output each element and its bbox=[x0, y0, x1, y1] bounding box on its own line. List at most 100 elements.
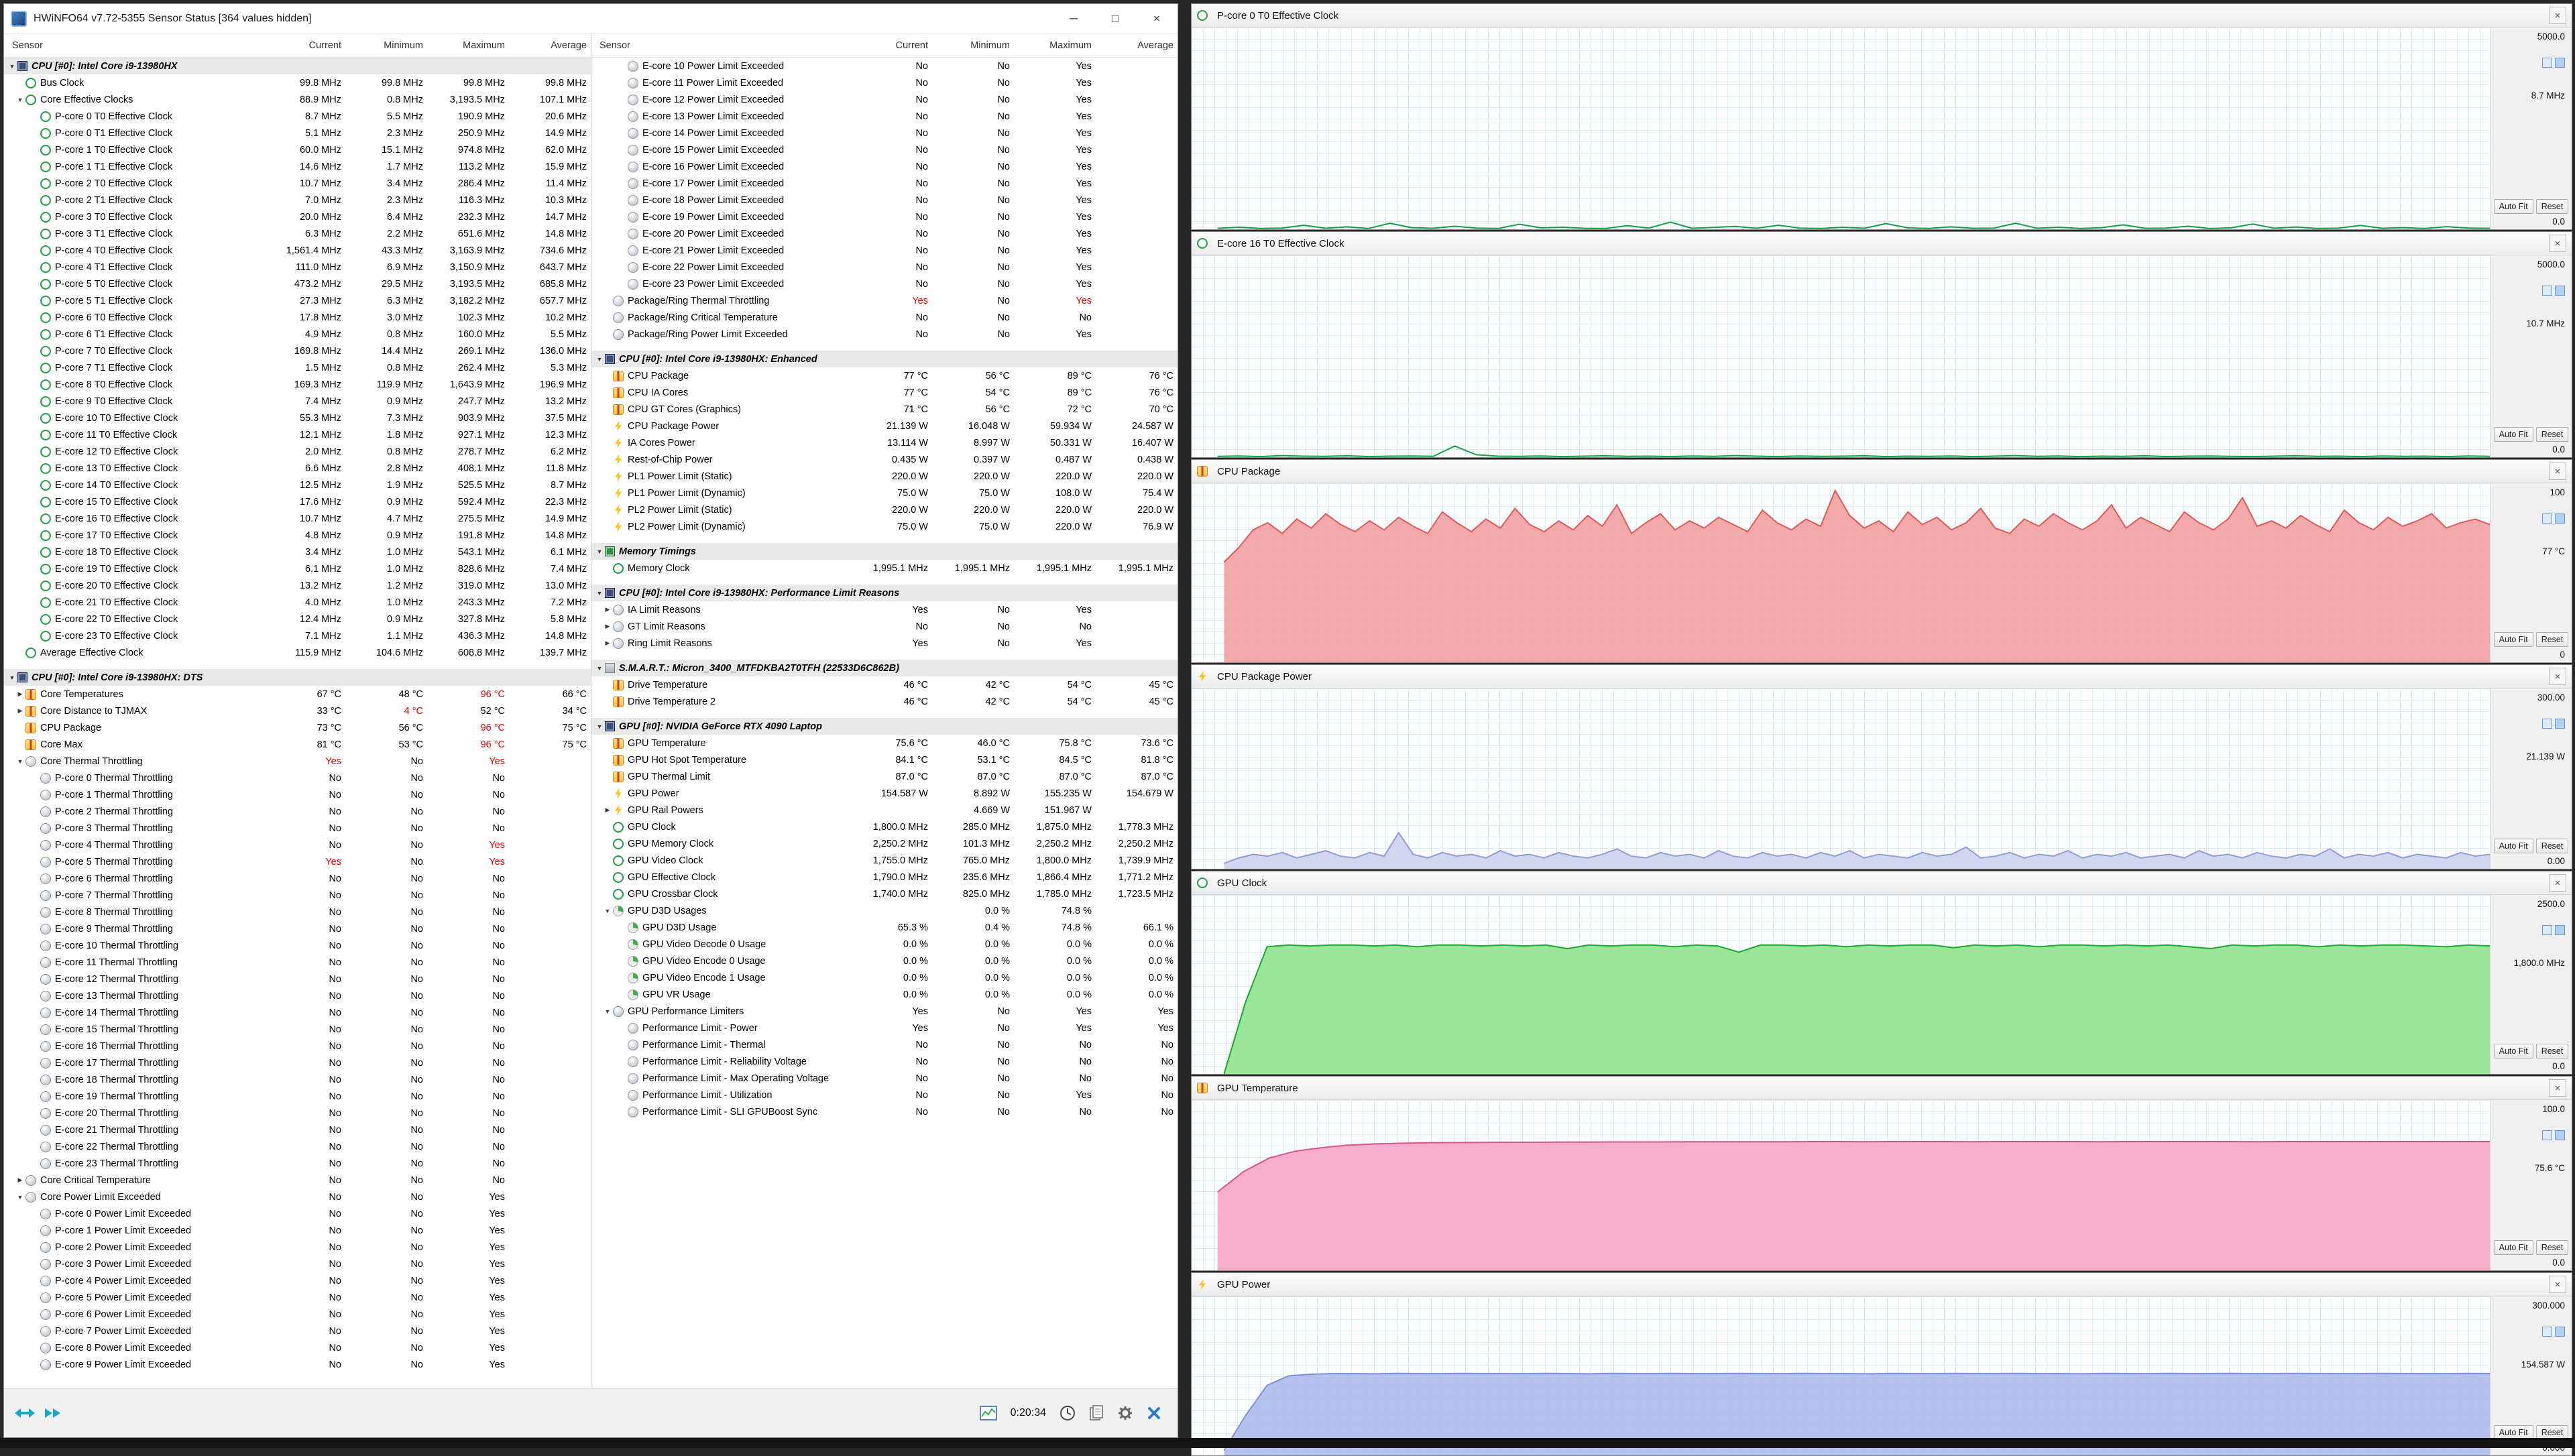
sensor-row[interactable]: E-core 18 Thermal ThrottlingNoNoNo bbox=[4, 1071, 591, 1088]
sensor-row[interactable]: Package/Ring Critical TemperatureNoNoNo bbox=[591, 309, 1178, 326]
graph-checkbox-2[interactable] bbox=[2555, 925, 2565, 935]
sensor-row[interactable]: E-core 17 T0 Effective Clock4.8 MHz0.9 M… bbox=[4, 527, 591, 544]
graph-close-button[interactable]: × bbox=[2549, 668, 2566, 685]
sensor-row[interactable]: ▼Core Effective Clocks88.9 MHz0.8 MHz3,1… bbox=[4, 91, 591, 108]
sensor-row[interactable]: P-core 0 Thermal ThrottlingNoNoNo bbox=[4, 770, 591, 786]
sensor-row[interactable]: GPU Memory Clock2,250.2 MHz101.3 MHz2,25… bbox=[591, 835, 1178, 852]
column-minimum[interactable]: Minimum bbox=[932, 40, 1014, 51]
sensor-row[interactable]: P-core 4 T1 Effective Clock111.0 MHz6.9 … bbox=[4, 259, 591, 276]
sensor-row[interactable]: P-core 6 Thermal ThrottlingNoNoNo bbox=[4, 870, 591, 887]
sensor-row[interactable]: P-core 0 T0 Effective Clock8.7 MHz5.5 MH… bbox=[4, 108, 591, 125]
graph-checkbox-2[interactable] bbox=[2555, 513, 2565, 524]
reset-button[interactable]: Reset bbox=[2536, 427, 2569, 442]
sensor-row[interactable]: P-core 3 T1 Effective Clock6.3 MHz2.2 MH… bbox=[4, 225, 591, 242]
graph-checkbox-2[interactable] bbox=[2555, 58, 2565, 68]
sensor-row[interactable]: E-core 18 T0 Effective Clock3.4 MHz1.0 M… bbox=[4, 544, 591, 560]
expand-arrow[interactable]: ▶ bbox=[602, 606, 613, 613]
graph-checkbox-1[interactable] bbox=[2542, 286, 2552, 296]
sensor-row[interactable]: PL1 Power Limit (Static)220.0 W220.0 W22… bbox=[591, 468, 1178, 485]
sensor-row[interactable]: P-core 2 T1 Effective Clock7.0 MHz2.3 MH… bbox=[4, 192, 591, 208]
expand-arrow[interactable]: ▼ bbox=[7, 63, 17, 70]
sensor-row[interactable]: E-core 9 Power Limit ExceededNoNoYes bbox=[4, 1356, 591, 1373]
sensor-row[interactable]: P-core 3 T0 Effective Clock20.0 MHz6.4 M… bbox=[4, 208, 591, 225]
expand-arrow[interactable]: ▶ bbox=[15, 690, 25, 698]
expand-arrow[interactable]: ▼ bbox=[594, 356, 605, 363]
sensor-row[interactable]: P-core 1 T1 Effective Clock14.6 MHz1.7 M… bbox=[4, 158, 591, 175]
sensor-row[interactable]: Drive Temperature46 °C42 °C54 °C45 °C bbox=[591, 676, 1178, 693]
maximize-button[interactable]: □ bbox=[1094, 4, 1136, 34]
sensor-row[interactable]: IA Cores Power13.114 W8.997 W50.331 W16.… bbox=[591, 434, 1178, 451]
close-button[interactable]: × bbox=[1136, 4, 1178, 34]
expand-arrow[interactable]: ▼ bbox=[15, 758, 25, 765]
sensor-row[interactable]: Rest-of-Chip Power0.435 W0.397 W0.487 W0… bbox=[591, 451, 1178, 468]
expand-arrow[interactable]: ▼ bbox=[594, 548, 605, 555]
column-maximum[interactable]: Maximum bbox=[427, 40, 509, 51]
sensor-row[interactable]: ▶GT Limit ReasonsNoNoNo bbox=[591, 618, 1178, 635]
sensor-row[interactable]: Bus Clock99.8 MHz99.8 MHz99.8 MHz99.8 MH… bbox=[4, 74, 591, 91]
graph-checkbox-1[interactable] bbox=[2542, 1327, 2552, 1337]
sensor-row[interactable]: E-core 10 T0 Effective Clock55.3 MHz7.3 … bbox=[4, 410, 591, 426]
reset-button[interactable]: Reset bbox=[2536, 199, 2569, 214]
column-current[interactable]: Current bbox=[850, 40, 932, 51]
sensor-row[interactable]: CPU GT Cores (Graphics)71 °C56 °C72 °C70… bbox=[591, 401, 1178, 418]
column-current[interactable]: Current bbox=[264, 40, 345, 51]
sensor-row[interactable]: E-core 15 Power Limit ExceededNoNoYes bbox=[591, 141, 1178, 158]
section-row[interactable]: ▼S.M.A.R.T.: Micron_3400_MTFDKBA2T0TFH (… bbox=[591, 660, 1178, 676]
sensor-row[interactable]: P-core 6 Power Limit ExceededNoNoYes bbox=[4, 1306, 591, 1323]
reset-button[interactable]: Reset bbox=[2536, 632, 2569, 647]
column-average[interactable]: Average bbox=[1096, 40, 1178, 51]
graph-titlebar[interactable]: GPU Temperature × bbox=[1192, 1077, 2572, 1100]
sensor-row[interactable]: P-core 1 T0 Effective Clock60.0 MHz15.1 … bbox=[4, 141, 591, 158]
expand-arrow[interactable]: ▶ bbox=[15, 1176, 25, 1184]
sensor-row[interactable]: E-core 12 T0 Effective Clock2.0 MHz0.8 M… bbox=[4, 443, 591, 460]
graph-close-button[interactable]: × bbox=[2549, 235, 2566, 252]
sensor-row[interactable]: E-core 19 Power Limit ExceededNoNoYes bbox=[591, 208, 1178, 225]
sensor-row[interactable]: P-core 6 T0 Effective Clock17.8 MHz3.0 M… bbox=[4, 309, 591, 326]
sensor-row[interactable]: GPU Video Encode 1 Usage0.0 %0.0 %0.0 %0… bbox=[591, 969, 1178, 986]
expand-arrow[interactable]: ▶ bbox=[602, 640, 613, 647]
sensor-row[interactable]: P-core 2 Power Limit ExceededNoNoYes bbox=[4, 1239, 591, 1256]
sensor-row[interactable]: E-core 8 Power Limit ExceededNoNoYes bbox=[4, 1339, 591, 1356]
sensor-row[interactable]: E-core 14 Thermal ThrottlingNoNoNo bbox=[4, 1004, 591, 1021]
sensor-row[interactable]: E-core 11 Power Limit ExceededNoNoYes bbox=[591, 74, 1178, 91]
sensor-row[interactable]: E-core 8 T0 Effective Clock169.3 MHz119.… bbox=[4, 376, 591, 393]
section-row[interactable]: ▼CPU [#0]: Intel Core i9-13980HX: Enhanc… bbox=[591, 351, 1178, 367]
sensor-row[interactable]: CPU Package77 °C56 °C89 °C76 °C bbox=[591, 367, 1178, 384]
auto-fit-button[interactable]: Auto Fit bbox=[2494, 427, 2533, 442]
swap-columns-button[interactable] bbox=[15, 1406, 35, 1420]
sensor-row[interactable]: P-core 1 Power Limit ExceededNoNoYes bbox=[4, 1222, 591, 1239]
sensor-row[interactable]: ▼Core Thermal ThrottlingYesNoYes bbox=[4, 753, 591, 770]
sensor-row[interactable]: GPU Video Encode 0 Usage0.0 %0.0 %0.0 %0… bbox=[591, 953, 1178, 969]
sensor-row[interactable]: E-core 23 Thermal ThrottlingNoNoNo bbox=[4, 1155, 591, 1172]
sensor-row[interactable]: PL2 Power Limit (Dynamic)75.0 W75.0 W220… bbox=[591, 518, 1178, 535]
window-titlebar[interactable]: HWiNFO64 v7.72-5355 Sensor Status [364 v… bbox=[4, 4, 1178, 34]
sensor-row[interactable]: Drive Temperature 246 °C42 °C54 °C45 °C bbox=[591, 693, 1178, 710]
sensor-row[interactable]: E-core 9 T0 Effective Clock7.4 MHz0.9 MH… bbox=[4, 393, 591, 410]
sensor-row[interactable]: CPU IA Cores77 °C54 °C89 °C76 °C bbox=[591, 384, 1178, 401]
sensor-row[interactable]: GPU Crossbar Clock1,740.0 MHz825.0 MHz1,… bbox=[591, 886, 1178, 902]
sensor-row[interactable]: P-core 5 T1 Effective Clock27.3 MHz6.3 M… bbox=[4, 292, 591, 309]
column-sensor[interactable]: Sensor bbox=[591, 40, 850, 51]
sensor-row[interactable]: E-core 15 T0 Effective Clock17.6 MHz0.9 … bbox=[4, 493, 591, 510]
sensor-row[interactable]: P-core 2 Thermal ThrottlingNoNoNo bbox=[4, 803, 591, 820]
sensor-row[interactable]: E-core 21 Thermal ThrottlingNoNoNo bbox=[4, 1121, 591, 1138]
sensor-row[interactable]: Package/Ring Power Limit ExceededNoNoYes bbox=[591, 326, 1178, 343]
graph-checkbox-1[interactable] bbox=[2542, 1130, 2552, 1140]
sensor-row[interactable]: Performance Limit - UtilizationNoNoYesNo bbox=[591, 1087, 1178, 1103]
section-row[interactable]: ▼CPU [#0]: Intel Core i9-13980HX bbox=[4, 58, 591, 74]
expand-arrow[interactable]: ▼ bbox=[7, 674, 17, 681]
section-row[interactable]: ▼Memory Timings bbox=[591, 543, 1178, 560]
sensor-row[interactable]: Performance Limit - Reliability VoltageN… bbox=[591, 1053, 1178, 1070]
sensor-row[interactable]: ▶Core Temperatures67 °C48 °C96 °C66 °C bbox=[4, 686, 591, 703]
sensor-row[interactable]: ▶Ring Limit ReasonsYesNoYes bbox=[591, 635, 1178, 652]
sensor-row[interactable]: E-core 17 Thermal ThrottlingNoNoNo bbox=[4, 1054, 591, 1071]
sensor-row[interactable]: GPU Effective Clock1,790.0 MHz235.6 MHz1… bbox=[591, 869, 1178, 886]
expand-arrow[interactable]: ▼ bbox=[594, 665, 605, 672]
graph-close-button[interactable]: × bbox=[2549, 463, 2566, 480]
exit-icon[interactable] bbox=[1147, 1406, 1161, 1420]
graph-checkbox-2[interactable] bbox=[2555, 1327, 2565, 1337]
graph-checkbox-1[interactable] bbox=[2542, 513, 2552, 524]
sensor-row[interactable]: E-core 13 Power Limit ExceededNoNoYes bbox=[591, 108, 1178, 125]
sensor-row[interactable]: ▶Core Distance to TJMAX33 °C4 °C52 °C34 … bbox=[4, 703, 591, 719]
graph-close-button[interactable]: × bbox=[2549, 1276, 2566, 1293]
